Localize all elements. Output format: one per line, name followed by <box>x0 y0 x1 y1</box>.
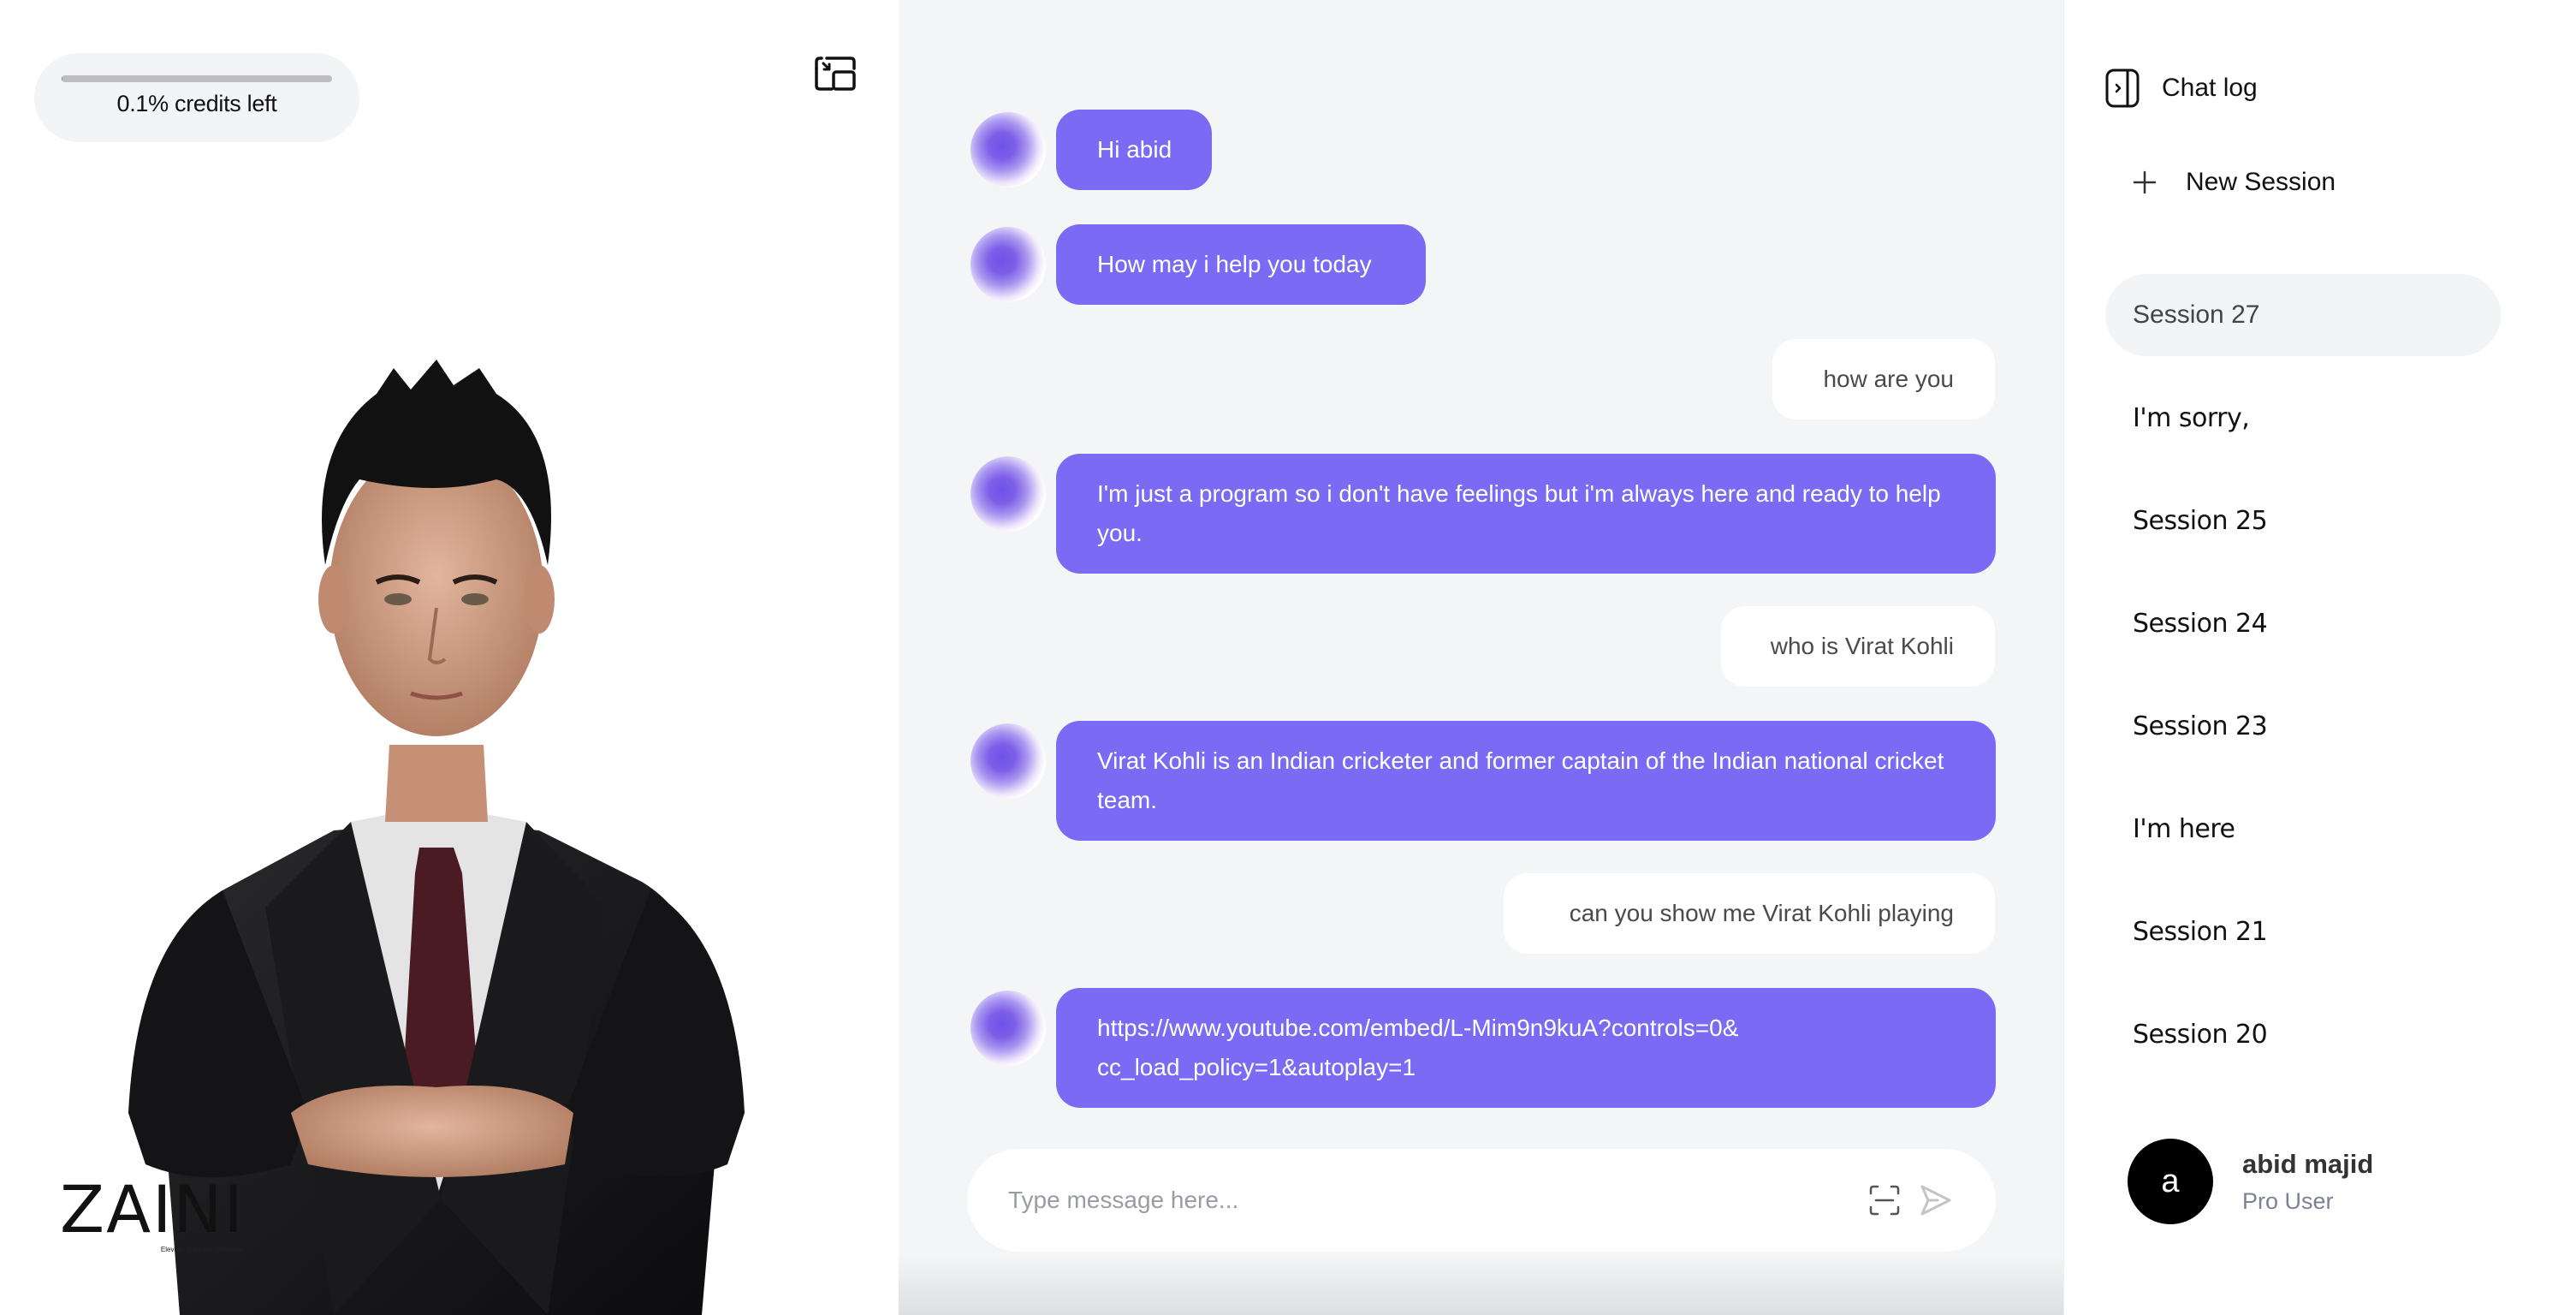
scan-icon[interactable] <box>1867 1183 1902 1217</box>
bot-avatar-icon <box>970 112 1046 187</box>
bot-avatar-icon <box>970 456 1046 532</box>
session-list: Session 27 I'm sorry, Session 25 Session 24… <box>2105 274 2501 1096</box>
bot-avatar-icon <box>970 723 1046 799</box>
session-item[interactable]: Session 23 <box>2105 685 2501 767</box>
credits-label: 0.1% credits left <box>116 91 277 116</box>
chat-log-sidebar: Chat log New Session Session 27 I'm sorry… <box>2063 0 2576 1315</box>
avatar-panel: 0.1% credits left ZAINI Elevate. Educate… <box>0 0 899 1315</box>
bot-message: How may i help you today <box>1056 224 1426 305</box>
user-profile[interactable]: a abid majid Pro User <box>2128 1139 2373 1224</box>
send-icon[interactable] <box>1917 1181 1955 1219</box>
bot-message: Virat Kohli is an Indian cricketer and f… <box>1056 721 1996 841</box>
sidebar-toggle-icon <box>2105 68 2140 108</box>
new-session-label: New Session <box>2186 168 2336 196</box>
plus-icon <box>2133 170 2157 194</box>
bot-message: https://www.youtube.com/embed/L-Mim9n9ku… <box>1056 988 1996 1108</box>
bot-avatar-icon <box>970 991 1046 1066</box>
chat-bottom-fade <box>899 1255 2063 1315</box>
bot-avatar-icon <box>970 227 1046 302</box>
bot-message: Hi abid <box>1056 110 1212 190</box>
session-item[interactable]: I'm here <box>2105 788 2501 870</box>
avatar: a <box>2128 1139 2213 1224</box>
message-input[interactable] <box>1008 1175 1778 1226</box>
zaini-logo: ZAINI Elevate. Educate. Innovate. <box>60 1171 245 1254</box>
session-item[interactable]: I'm sorry, <box>2105 377 2501 459</box>
user-message: who is Virat Kohli <box>1721 606 1995 687</box>
logo-wordmark: ZAINI <box>60 1171 245 1247</box>
session-item[interactable]: Session 24 <box>2105 582 2501 664</box>
session-item[interactable]: Session 27 <box>2105 274 2501 356</box>
chat-log-title: Chat log <box>2162 74 2258 102</box>
3d-avatar-figure <box>128 360 745 1315</box>
picture-in-picture-icon[interactable] <box>815 57 856 91</box>
new-session-button[interactable]: New Session <box>2133 168 2336 197</box>
chat-log-toggle[interactable]: Chat log <box>2105 68 2258 108</box>
message-composer <box>967 1149 1996 1252</box>
credits-indicator: 0.1% credits left <box>34 53 359 142</box>
session-item[interactable]: Session 21 <box>2105 890 2501 973</box>
credits-progress-bar <box>62 75 332 82</box>
session-item[interactable]: Session 25 <box>2105 479 2501 562</box>
session-item[interactable]: Session 20 <box>2105 993 2501 1075</box>
user-message: how are you <box>1772 339 1995 419</box>
user-message: can you show me Virat Kohli playing <box>1504 873 1995 954</box>
user-role: Pro User <box>2242 1187 2334 1214</box>
user-name: abid majid <box>2242 1148 2374 1179</box>
bot-message: I'm just a program so i don't have feeli… <box>1056 454 1996 574</box>
chat-panel: Hi abid How may i help you today how are y… <box>899 0 2063 1315</box>
